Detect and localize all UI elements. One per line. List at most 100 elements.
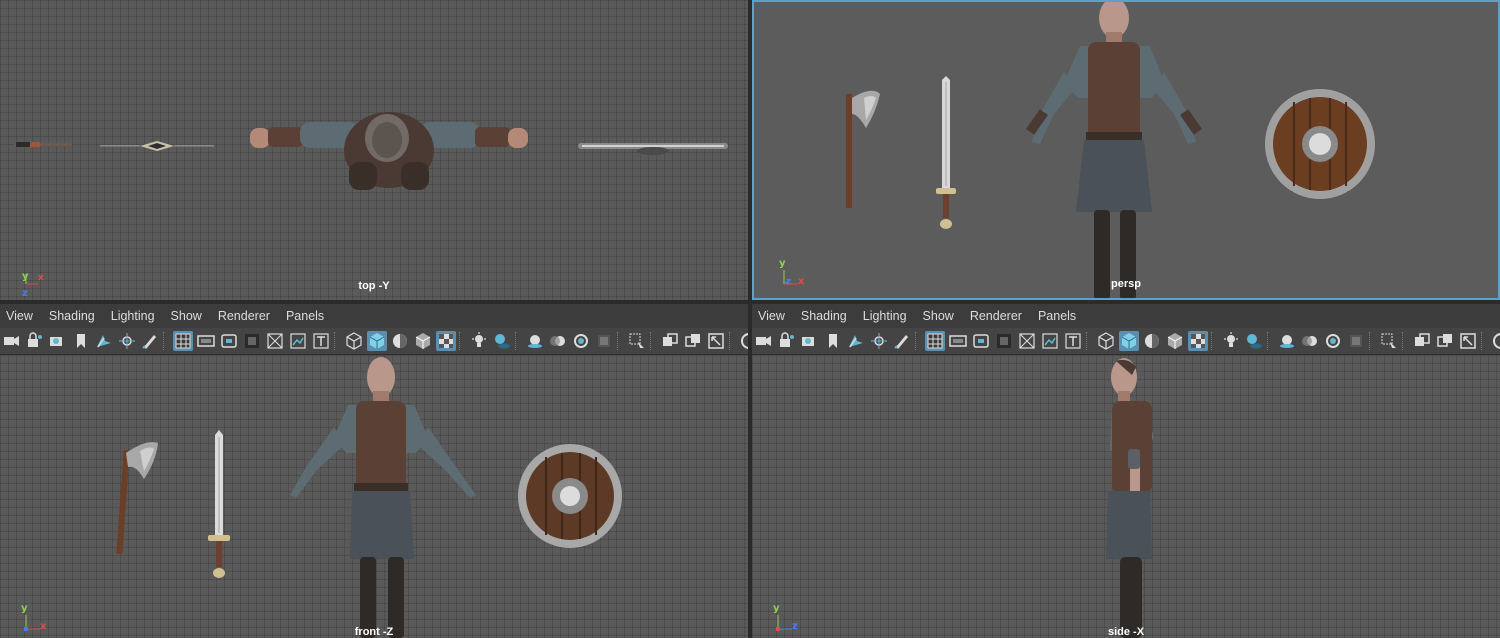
use-default-lighting-icon[interactable] bbox=[1221, 331, 1241, 351]
menu-lighting[interactable]: Lighting bbox=[855, 309, 915, 323]
isolate-select-icon[interactable] bbox=[1379, 331, 1399, 351]
persp-view-scene bbox=[846, 2, 1375, 298]
viewport-top[interactable]: y x z top -Y bbox=[0, 0, 748, 300]
shield-model-front bbox=[518, 444, 622, 548]
wireframe-icon[interactable] bbox=[1096, 331, 1116, 351]
image-plane-icon[interactable] bbox=[94, 331, 114, 351]
axis-y-label: y bbox=[22, 271, 29, 282]
sword-model-persp bbox=[936, 76, 956, 229]
toolbar-separator bbox=[1211, 332, 1217, 350]
camera-icon[interactable] bbox=[754, 331, 774, 351]
smooth-shade-all-icon[interactable] bbox=[366, 331, 387, 351]
axis-x-label: x bbox=[40, 621, 47, 632]
lock-camera-icon[interactable] bbox=[25, 331, 45, 351]
wireframe-on-shaded-icon[interactable] bbox=[413, 331, 433, 351]
motion-blur-icon[interactable] bbox=[548, 331, 568, 351]
default-material-icon[interactable] bbox=[1142, 331, 1162, 351]
viewport-persp[interactable]: y z x persp bbox=[752, 0, 1500, 300]
wireframe-icon[interactable] bbox=[344, 331, 364, 351]
safe-action-icon[interactable] bbox=[288, 331, 308, 351]
menu-shading[interactable]: Shading bbox=[41, 309, 103, 323]
menu-panels[interactable]: Panels bbox=[278, 309, 332, 323]
menu-renderer[interactable]: Renderer bbox=[210, 309, 278, 323]
shadows-icon[interactable] bbox=[1244, 331, 1264, 351]
character-model-side bbox=[1106, 358, 1154, 638]
grease-pencil-icon[interactable] bbox=[140, 331, 160, 351]
axis-indicator-front: y x bbox=[18, 603, 58, 637]
exposure-icon[interactable] bbox=[1491, 331, 1500, 351]
xray-active-icon[interactable] bbox=[1435, 331, 1455, 351]
sword-model-top bbox=[100, 141, 214, 151]
viewport-label-top: top -Y bbox=[358, 280, 390, 292]
menu-lighting[interactable]: Lighting bbox=[103, 309, 163, 323]
2d-pan-zoom-icon[interactable] bbox=[869, 331, 889, 351]
field-chart-icon[interactable] bbox=[265, 331, 285, 351]
exposure-icon[interactable] bbox=[739, 331, 748, 351]
resolution-gate-icon[interactable] bbox=[971, 331, 991, 351]
screen-space-ambient-occlusion-icon[interactable] bbox=[525, 331, 545, 351]
grid-icon[interactable] bbox=[172, 331, 193, 351]
xray-icon[interactable] bbox=[1187, 331, 1208, 351]
hud-icon[interactable] bbox=[706, 331, 726, 351]
top-view-scene bbox=[14, 112, 728, 190]
menu-renderer[interactable]: Renderer bbox=[962, 309, 1030, 323]
isolate-select-icon[interactable] bbox=[627, 331, 647, 351]
hud-icon[interactable] bbox=[1458, 331, 1478, 351]
depth-of-field-icon[interactable] bbox=[594, 331, 614, 351]
bookmark-icon[interactable] bbox=[823, 331, 843, 351]
multisample-aa-icon[interactable] bbox=[571, 331, 591, 351]
wireframe-on-shaded-icon[interactable] bbox=[1165, 331, 1185, 351]
xray-joints-icon[interactable] bbox=[660, 331, 680, 351]
xray-joints-icon[interactable] bbox=[1412, 331, 1432, 351]
gate-mask-icon[interactable] bbox=[242, 331, 262, 351]
panel-toolbar-side bbox=[752, 328, 1500, 355]
toolbar-separator bbox=[515, 332, 521, 350]
viewport-side[interactable]: y z side -X bbox=[752, 355, 1500, 638]
multisample-aa-icon[interactable] bbox=[1323, 331, 1343, 351]
2d-pan-zoom-icon[interactable] bbox=[117, 331, 137, 351]
xray-icon[interactable] bbox=[435, 331, 456, 351]
grid-icon[interactable] bbox=[924, 331, 945, 351]
viewport-front[interactable]: y x front -Z bbox=[0, 355, 748, 638]
camera-attributes-icon[interactable] bbox=[800, 331, 820, 351]
toolbar-separator bbox=[915, 332, 921, 350]
gate-mask-icon[interactable] bbox=[994, 331, 1014, 351]
lock-camera-icon[interactable] bbox=[777, 331, 797, 351]
axis-y-label: y bbox=[779, 258, 786, 269]
axis-indicator-persp: y z x bbox=[776, 258, 816, 292]
safe-title-icon[interactable] bbox=[1063, 331, 1083, 351]
shadows-icon[interactable] bbox=[492, 331, 512, 351]
toolbar-separator bbox=[1402, 332, 1408, 350]
film-gate-icon[interactable] bbox=[948, 331, 968, 351]
grease-pencil-icon[interactable] bbox=[892, 331, 912, 351]
menu-view[interactable]: View bbox=[752, 309, 793, 323]
safe-action-icon[interactable] bbox=[1040, 331, 1060, 351]
menu-view[interactable]: View bbox=[0, 309, 41, 323]
depth-of-field-icon[interactable] bbox=[1346, 331, 1366, 351]
image-plane-icon[interactable] bbox=[846, 331, 866, 351]
axis-z-label: z bbox=[22, 288, 28, 299]
menu-panels[interactable]: Panels bbox=[1030, 309, 1084, 323]
menu-show[interactable]: Show bbox=[915, 309, 962, 323]
safe-title-icon[interactable] bbox=[311, 331, 331, 351]
use-default-lighting-icon[interactable] bbox=[469, 331, 489, 351]
menu-show[interactable]: Show bbox=[163, 309, 210, 323]
smooth-shade-all-icon[interactable] bbox=[1118, 331, 1139, 351]
viewport-label-side: side -X bbox=[1107, 626, 1145, 638]
toolbar-separator bbox=[1267, 332, 1273, 350]
panel-menubar-side: View Shading Lighting Show Renderer Pane… bbox=[752, 304, 1500, 328]
camera-attributes-icon[interactable] bbox=[48, 331, 68, 351]
field-chart-icon[interactable] bbox=[1017, 331, 1037, 351]
menu-shading[interactable]: Shading bbox=[793, 309, 855, 323]
default-material-icon[interactable] bbox=[390, 331, 410, 351]
camera-icon[interactable] bbox=[2, 331, 22, 351]
film-gate-icon[interactable] bbox=[196, 331, 216, 351]
xray-active-icon[interactable] bbox=[683, 331, 703, 351]
motion-blur-icon[interactable] bbox=[1300, 331, 1320, 351]
panel-toolbar-front bbox=[0, 328, 748, 355]
screen-space-ambient-occlusion-icon[interactable] bbox=[1277, 331, 1297, 351]
toolbar-separator bbox=[1481, 332, 1487, 350]
axis-z-label: z bbox=[786, 277, 792, 287]
resolution-gate-icon[interactable] bbox=[219, 331, 239, 351]
bookmark-icon[interactable] bbox=[71, 331, 91, 351]
